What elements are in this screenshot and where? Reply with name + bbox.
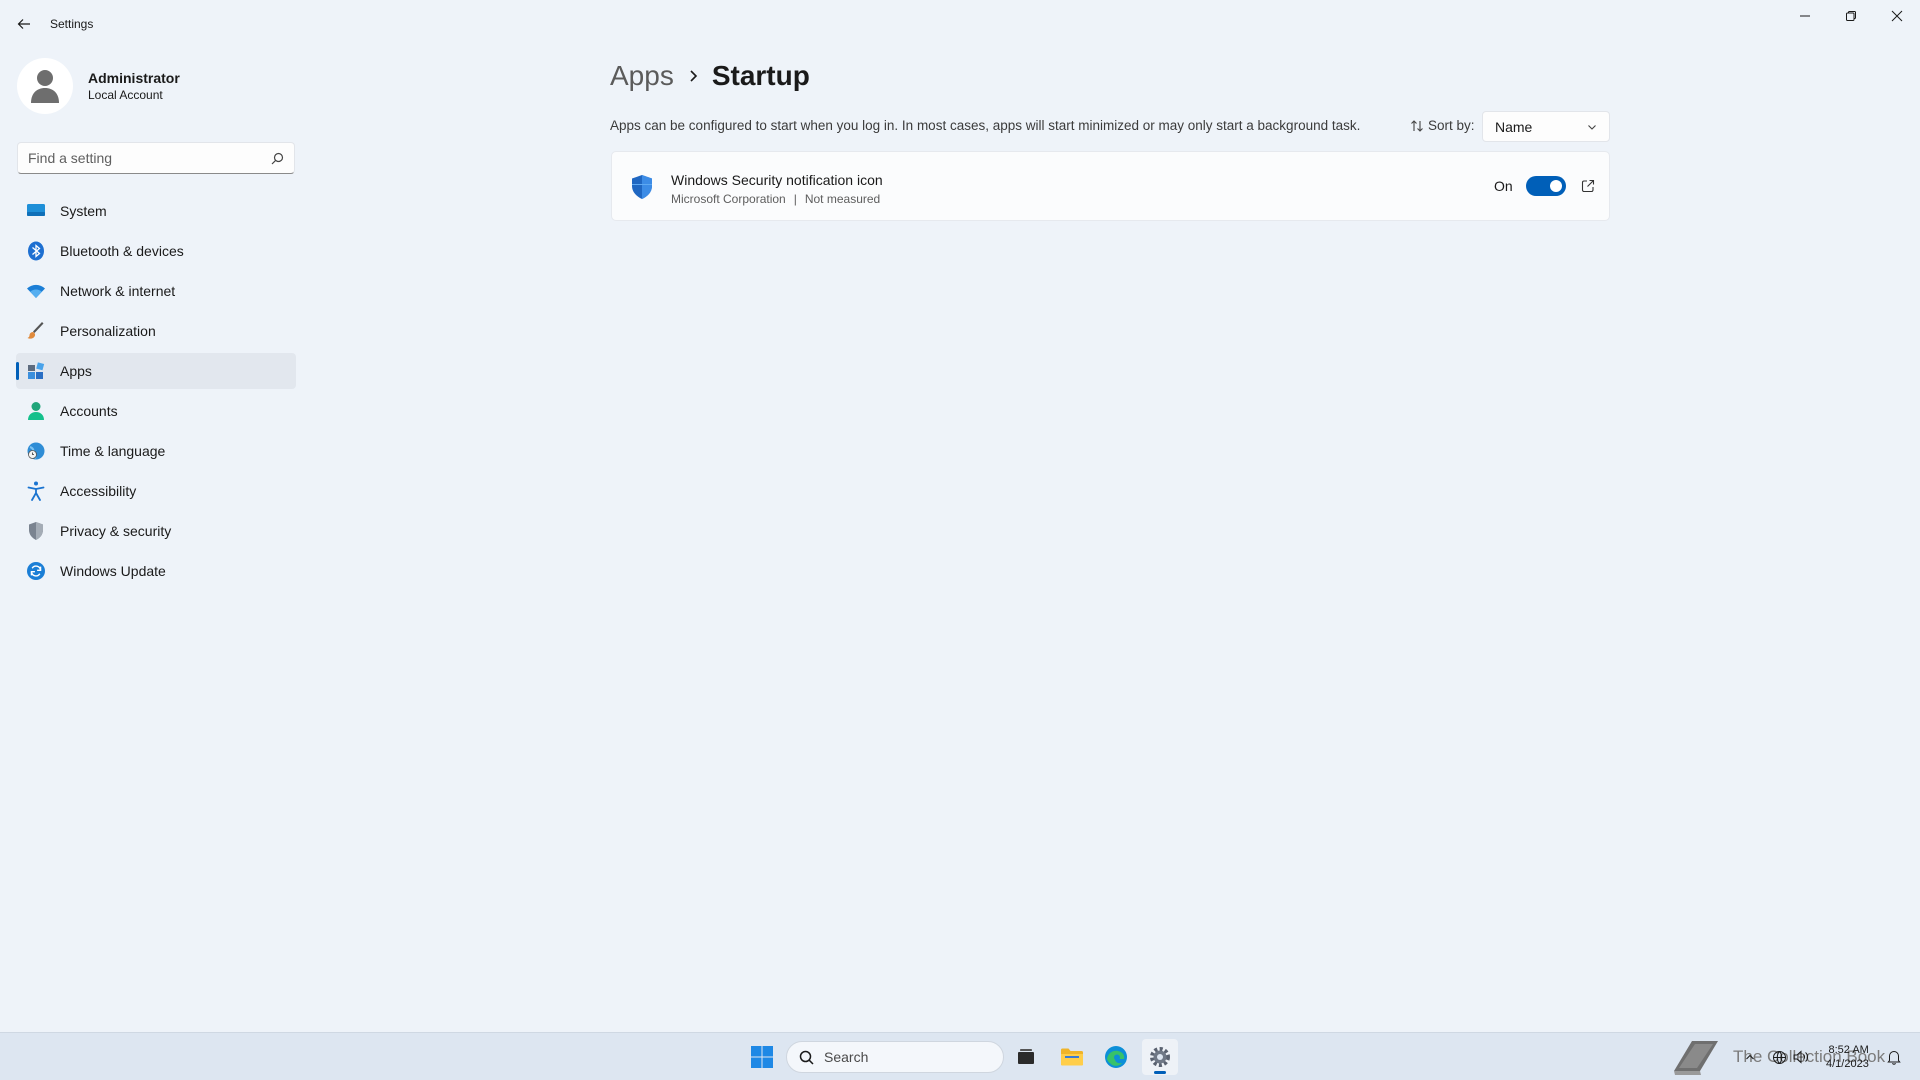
sidebar-item-label: Accessibility [60,483,137,499]
bluetooth-icon [26,241,46,261]
taskbar-settings[interactable] [1142,1039,1178,1075]
clock-date: 4/1/2023 [1826,1058,1869,1070]
sidebar-item-bluetooth[interactable]: Bluetooth & devices [16,233,296,269]
settings-search-input[interactable] [28,150,271,166]
person-icon [26,401,46,421]
sidebar-item-label: Apps [60,363,92,379]
update-icon [26,561,46,581]
taskbar-clock[interactable]: 8:52 AM 4/1/2023 [1826,1043,1869,1071]
sort-value: Name [1495,118,1533,135]
taskbar-search[interactable]: Search [786,1041,1004,1073]
sidebar-item-privacy-security[interactable]: Privacy & security [16,513,296,549]
search-icon [271,152,284,164]
sidebar-item-label: System [60,203,107,219]
open-external-icon[interactable] [1578,176,1598,196]
sort-icon [1411,119,1423,132]
sort-label: Sort by: [1428,118,1475,133]
clock-time: 8:52 AM [1828,1044,1869,1056]
back-arrow-icon [17,19,30,29]
task-view-icon [1018,1049,1034,1064]
taskbar-task-view[interactable] [1008,1039,1044,1075]
wifi-icon [26,281,46,301]
restore-button[interactable] [1828,0,1874,32]
toggle-state-label: On [1494,178,1513,194]
avatar [17,58,73,114]
windows-logo-icon [751,1046,773,1068]
windows-security-icon [632,175,652,199]
sidebar-item-system[interactable]: System [16,193,296,229]
startup-app-name: Windows Security notification icon [671,172,883,188]
sidebar-item-label: Network & internet [60,283,176,299]
book-icon [1674,1041,1718,1075]
close-button[interactable] [1874,0,1920,32]
taskbar: Search The Collection Book 8:52 AM 4/1/2… [0,1032,1920,1080]
close-icon [1891,10,1903,22]
sidebar-nav: System Bluetooth & devices Network & int… [16,193,296,593]
profile-text: Administrator Local Account [88,70,180,102]
startup-description: Apps can be configured to start when you… [610,118,1361,133]
network-globe-icon[interactable] [1768,1047,1790,1067]
window-controls [1782,0,1920,32]
start-button[interactable] [746,1041,778,1073]
chevron-down-icon [1588,124,1596,130]
startup-app-row: Windows Security notification icon Micro… [611,151,1610,221]
startup-app-publisher: Microsoft Corporation [671,192,786,206]
meta-separator: | [793,192,797,206]
settings-search-box[interactable] [17,142,295,174]
minimize-button[interactable] [1782,0,1828,32]
sidebar-item-label: Time & language [60,443,166,459]
sidebar-item-windows-update[interactable]: Windows Update [16,553,296,589]
user-profile[interactable]: Administrator Local Account [17,58,180,114]
profile-name: Administrator [88,70,180,86]
sidebar-item-label: Windows Update [60,563,166,579]
globe-clock-icon [26,441,46,461]
chevron-right-icon [688,69,698,83]
sort-dropdown[interactable]: Name [1482,111,1610,142]
back-button[interactable] [10,12,38,36]
sidebar-item-apps[interactable]: Apps [16,353,296,389]
accessibility-icon [26,481,46,501]
sidebar-item-label: Privacy & security [60,523,172,539]
taskbar-edge[interactable] [1098,1039,1134,1075]
apps-icon [26,361,46,381]
breadcrumb: Apps Startup [610,56,810,96]
user-avatar-icon [31,70,59,103]
search-icon [799,1050,814,1065]
taskbar-search-label: Search [824,1049,869,1065]
shield-icon [26,521,46,541]
system-icon [26,201,46,221]
folder-icon [1061,1048,1083,1066]
tray-overflow-chevron-icon[interactable] [1742,1047,1758,1067]
settings-window: Settings Administrator Local Account Fin… [0,0,1920,1032]
system-tray [1742,1033,1812,1080]
gear-icon [1150,1047,1170,1067]
sidebar-item-accounts[interactable]: Accounts [16,393,296,429]
restore-icon [1846,11,1856,21]
breadcrumb-apps-link[interactable]: Apps [610,60,674,92]
taskbar-file-explorer[interactable] [1054,1039,1090,1075]
sidebar-item-personalization[interactable]: Personalization [16,313,296,349]
sidebar-item-network[interactable]: Network & internet [16,273,296,309]
window-title: Settings [50,17,94,31]
profile-account-type: Local Account [88,88,163,102]
sidebar-item-label: Personalization [60,323,156,339]
volume-icon[interactable] [1790,1047,1812,1067]
toggle-knob [1550,180,1562,192]
sort-label-group: Sort by: [1410,118,1475,133]
sidebar-item-label: Bluetooth & devices [60,243,184,259]
startup-toggle[interactable] [1526,176,1566,196]
sidebar-item-accessibility[interactable]: Accessibility [16,473,296,509]
brush-icon [26,321,46,341]
startup-app-impact: Not measured [804,192,881,206]
startup-app-meta: Microsoft Corporation | Not measured [671,192,880,206]
minimize-icon [1800,15,1810,17]
sidebar-item-label: Accounts [60,403,118,419]
title-bar: Settings [0,0,1920,48]
page-title: Startup [711,60,810,91]
sidebar-item-time-language[interactable]: Time & language [16,433,296,469]
notification-bell-icon[interactable] [1884,1047,1904,1067]
edge-browser-icon [1105,1046,1127,1068]
